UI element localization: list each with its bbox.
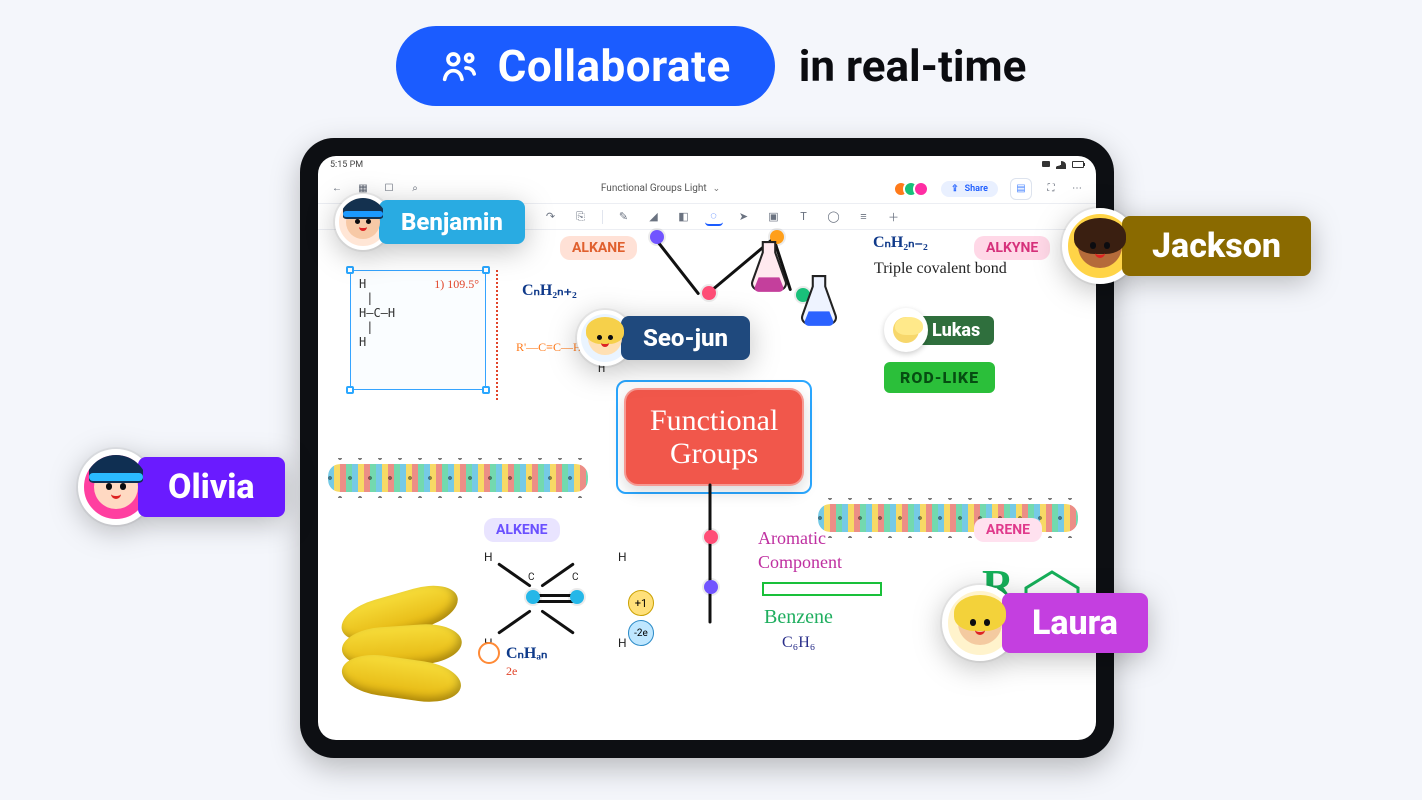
banana-image xyxy=(342,610,462,700)
lukas-area: Lukas ROD-LIKE xyxy=(884,308,995,393)
label-alkene: ALKENE xyxy=(484,518,560,542)
doc-title-text: Functional Groups Light xyxy=(601,183,707,194)
selection-box[interactable]: H |H—C—H |H 1) 109.5° xyxy=(350,270,486,390)
people-icon xyxy=(440,46,480,86)
ion-minus: -2e xyxy=(628,620,654,646)
center-card-selection[interactable]: Functional Groups xyxy=(616,380,812,494)
flask-2 xyxy=(798,274,840,330)
mini-user-formula: CₙHₐₙ xyxy=(478,642,547,664)
share-icon: ⇪ xyxy=(951,184,959,194)
fullscreen-icon[interactable]: ⛶ xyxy=(1044,182,1058,196)
flask-1 xyxy=(748,240,790,296)
pen-icon[interactable]: ✎ xyxy=(615,208,633,226)
mini-sub: 2e xyxy=(506,664,517,679)
add-icon[interactable]: ＋ xyxy=(885,208,903,226)
redo-icon[interactable]: ↷ xyxy=(542,208,560,226)
divider xyxy=(496,270,498,400)
ion-plus: +1 xyxy=(628,590,654,616)
tag-lukas-inline: Lukas xyxy=(918,316,994,345)
lasso-icon[interactable]: ◌ xyxy=(705,208,723,226)
tag-laura-label: Laura xyxy=(1002,593,1148,653)
layers-button[interactable]: ▤ xyxy=(1010,178,1032,200)
formula-cnh2n2: CₙH₂ₙ₊₂ xyxy=(522,280,577,300)
battery-icon xyxy=(1072,161,1084,168)
tag-seojun: Seo-jun xyxy=(577,310,750,366)
dna-left xyxy=(328,458,588,498)
headline: Collaborate in real-time xyxy=(0,26,1422,106)
headline-pill: Collaborate xyxy=(396,26,775,106)
tag-olivia-label: Olivia xyxy=(138,457,285,517)
image-icon[interactable]: ▣ xyxy=(765,208,783,226)
status-bar: 5:15 PM xyxy=(318,156,1096,174)
share-button[interactable]: ⇪ Share xyxy=(941,181,998,197)
c6h6: C₆H₆ xyxy=(782,634,815,652)
headline-rest: in real-time xyxy=(799,40,1027,92)
tag-olivia: Olivia xyxy=(78,449,285,525)
tag-jackson-label: Jackson xyxy=(1122,216,1311,276)
tag-jackson: Jackson xyxy=(1062,208,1311,284)
label-arene: ARENE xyxy=(974,518,1042,542)
formula-rch: R'—C≡C—H xyxy=(516,340,582,355)
note-triple-bond: Triple covalent bond xyxy=(874,260,1007,278)
aromatic-sub: Component xyxy=(758,552,842,573)
wifi-icon xyxy=(1056,161,1066,169)
text-icon[interactable]: T xyxy=(795,208,813,226)
presence-avatars[interactable] xyxy=(899,181,929,197)
tag-laura: Laura xyxy=(942,585,1148,661)
status-time: 5:15 PM xyxy=(330,160,363,170)
canvas[interactable]: ALKANE ALKYNE CₙH₂ₙ₋₂ Triple covalent bo… xyxy=(318,230,1096,740)
tag-benjamin-label: Benjamin xyxy=(379,200,525,244)
aromatic-title: Aromatic xyxy=(758,528,826,549)
doc-title[interactable]: Functional Groups Light ⌄ xyxy=(601,183,720,194)
scrawl-angle: 1) 109.5° xyxy=(434,277,479,292)
green-capsule xyxy=(762,582,882,596)
status-icons xyxy=(1042,161,1084,169)
more-icon[interactable]: ⋯ xyxy=(1070,182,1084,196)
rod-like-label: ROD-LIKE xyxy=(884,362,995,393)
center-line2: Groups xyxy=(650,437,778,470)
center-card: Functional Groups xyxy=(624,388,804,486)
clipboard-icon[interactable]: ⎘ xyxy=(572,208,590,226)
center-line1: Functional xyxy=(650,404,778,437)
shapes-icon[interactable]: ◯ xyxy=(825,208,843,226)
benzene-label: Benzene xyxy=(764,606,833,629)
headline-pill-text: Collaborate xyxy=(498,40,731,92)
chevron-down-icon: ⌄ xyxy=(713,184,721,194)
eraser-icon[interactable]: ◧ xyxy=(675,208,693,226)
formula-cnh2n2b: CₙH₂ₙ₋₂ xyxy=(873,232,928,252)
tag-benjamin: Benjamin xyxy=(335,194,525,250)
label-alkyne: ALKYNE xyxy=(974,236,1050,260)
signal-icon xyxy=(1042,161,1050,167)
tag-seojun-label: Seo-jun xyxy=(621,316,750,360)
highlighter-icon[interactable]: ◢ xyxy=(645,208,663,226)
equation-icon[interactable]: ≡ xyxy=(855,208,873,226)
label-alkane: ALKANE xyxy=(560,236,637,260)
pointer-icon[interactable]: ➤ xyxy=(735,208,753,226)
ions: +1 -2e xyxy=(628,590,654,646)
share-label: Share xyxy=(965,184,988,194)
